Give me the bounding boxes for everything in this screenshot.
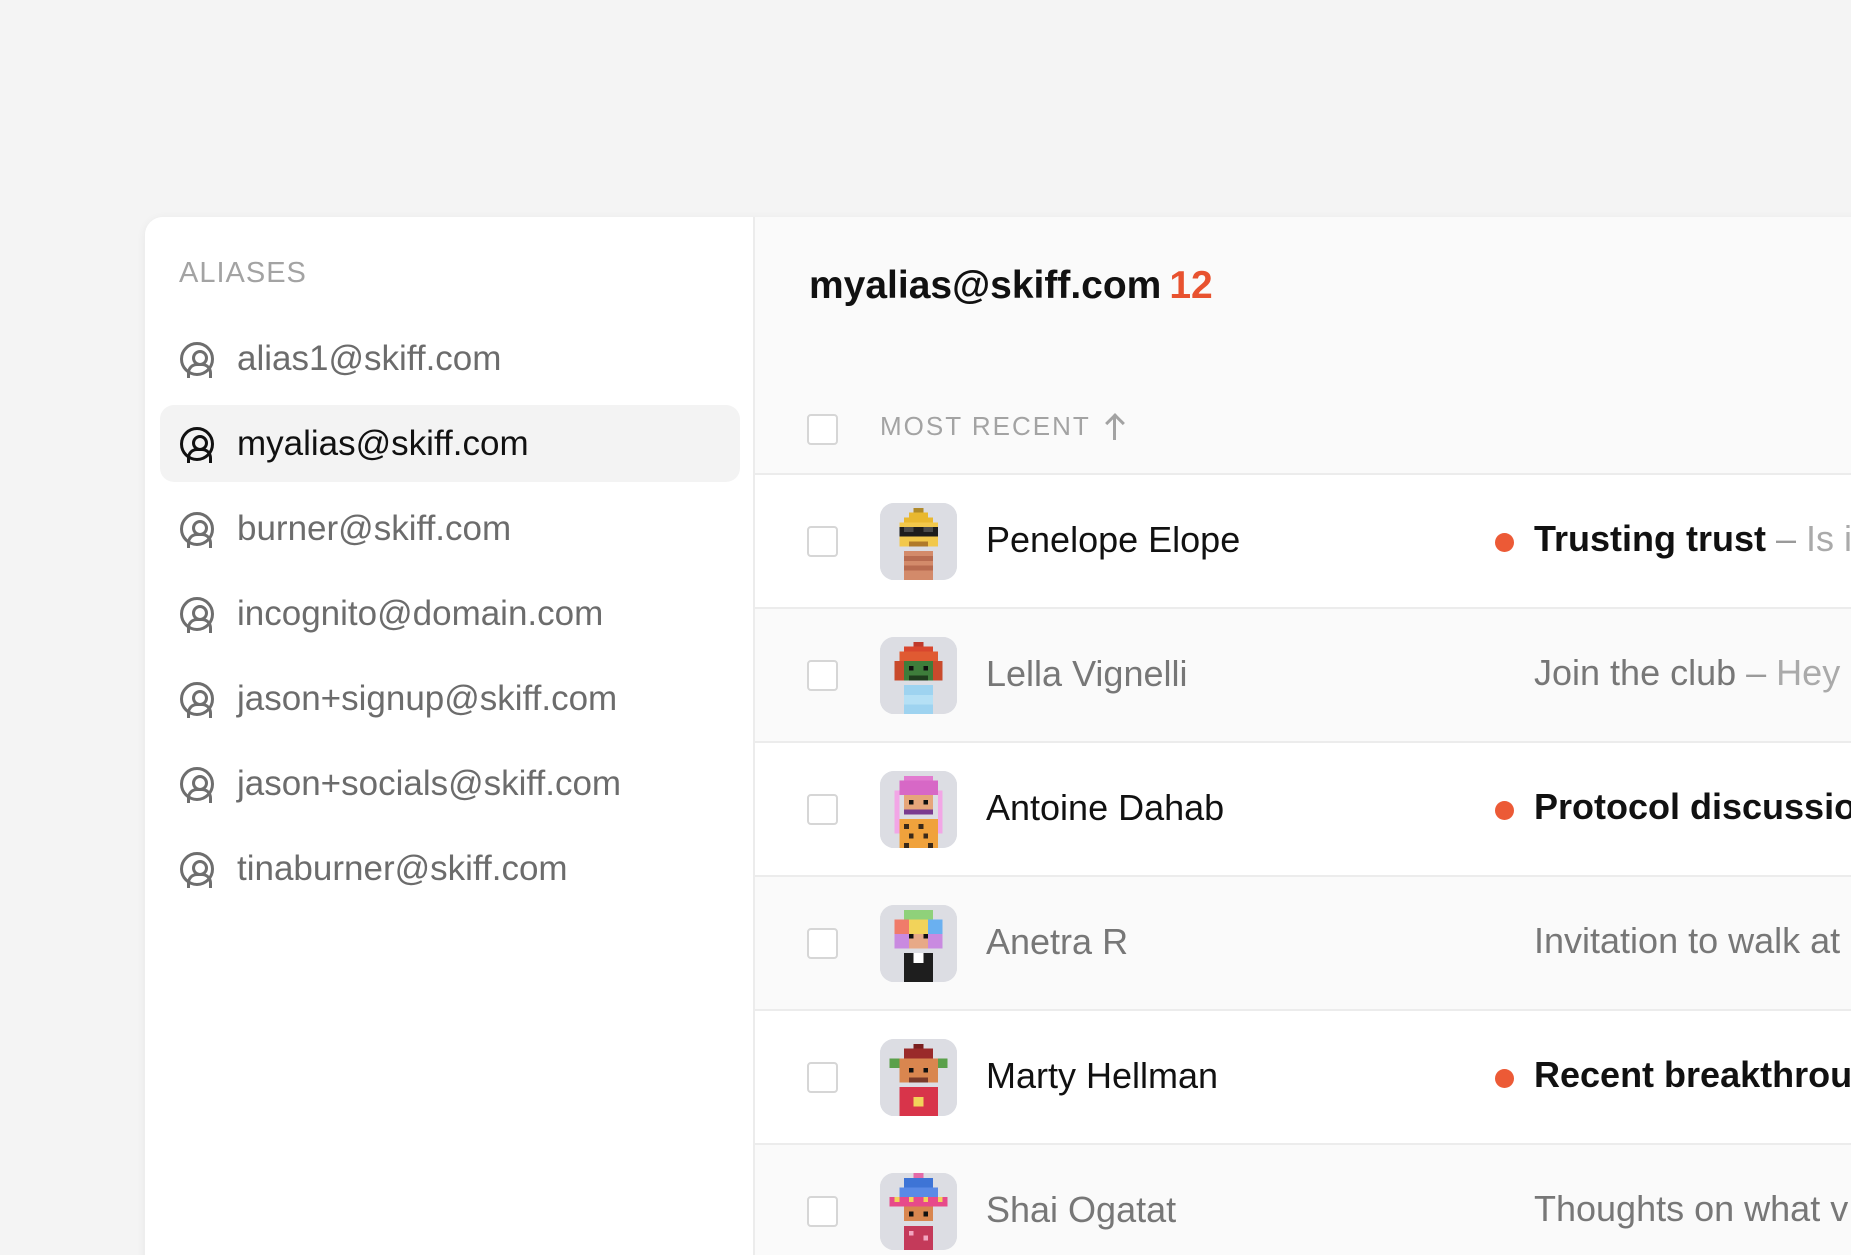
message-row[interactable]: Shai Ogatat Thoughts on what v [755,1145,1851,1255]
alias-item-tinaburner[interactable]: tinaburner@skiff.com [160,830,740,907]
mailbox-title-text: myalias@skiff.com [809,264,1162,307]
alias-label: tinaburner@skiff.com [237,848,568,888]
message-list: Penelope Elope Trusting trust – Is i Lel… [755,475,1851,1255]
subject-line: Recent breakthrou [1534,1054,1851,1096]
inbox-panel: myalias@skiff.com 12 MOST RECENT Penelop… [755,217,1851,1255]
alias-label: jason+signup@skiff.com [237,678,618,718]
alias-label: myalias@skiff.com [237,423,529,463]
sender-avatar [880,1173,957,1250]
app-stage: ALIASES alias1@skiff.com myalias@skiff.c… [0,0,1851,1255]
alias-item-burner[interactable]: burner@skiff.com [160,490,740,567]
row-checkbox[interactable] [807,1062,838,1093]
unread-indicator [1495,533,1514,552]
aliases-heading: ALIASES [179,257,307,289]
subject: Recent breakthrou [1534,1054,1851,1095]
subject-line: Join the club – Hey [1534,652,1840,694]
alias-item-jason-socials[interactable]: jason+socials@skiff.com [160,745,740,822]
sender-avatar [880,503,957,580]
sender-name: Anetra R [986,921,1129,962]
row-checkbox[interactable] [807,794,838,825]
subject: Protocol discussio [1534,786,1851,827]
user-circle-icon [180,596,214,633]
user-circle-icon [180,766,214,803]
subject: Thoughts on what v [1534,1188,1849,1229]
sort-bar: MOST RECENT [755,359,1851,475]
alias-list: alias1@skiff.com myalias@skiff.com burne… [160,320,740,915]
alias-label: alias1@skiff.com [237,338,502,378]
subject: Join the club [1534,652,1737,693]
sender-avatar [880,1039,957,1116]
message-row[interactable]: Lella Vignelli Join the club – Hey [755,609,1851,743]
sender-name: Shai Ogatat [986,1189,1177,1230]
sender-name: Lella Vignelli [986,653,1188,694]
user-circle-icon [180,341,214,378]
preview-text: Hey [1776,652,1841,693]
mailbox-title: myalias@skiff.com 12 [809,264,1213,308]
subject-separator: – [1746,652,1767,693]
sender-avatar [880,771,957,848]
mail-window: ALIASES alias1@skiff.com myalias@skiff.c… [145,217,1851,1255]
sender-avatar [880,637,957,714]
preview-text: Is i [1806,518,1851,559]
row-checkbox[interactable] [807,928,838,959]
row-checkbox[interactable] [807,1196,838,1227]
alias-item-alias1[interactable]: alias1@skiff.com [160,320,740,397]
sender-avatar [880,905,957,982]
alias-item-myalias[interactable]: myalias@skiff.com [160,405,740,482]
subject-line: Thoughts on what v [1534,1188,1848,1230]
user-circle-icon [180,851,214,888]
user-circle-icon [180,681,214,718]
alias-item-incognito[interactable]: incognito@domain.com [160,575,740,652]
alias-label: incognito@domain.com [237,593,604,633]
select-all-checkbox[interactable] [807,414,838,445]
unread-count: 12 [1169,264,1213,307]
user-circle-icon [180,426,214,463]
sort-toggle[interactable]: MOST RECENT [880,411,1125,442]
subject: Invitation to walk at [1534,920,1841,961]
sort-label: MOST RECENT [880,411,1091,441]
sender-name: Antoine Dahab [986,787,1225,828]
message-row[interactable]: Anetra R Invitation to walk at [755,877,1851,1011]
unread-indicator [1495,1069,1514,1088]
user-circle-icon [180,511,214,548]
subject: Trusting trust [1534,518,1766,559]
sender-name: Marty Hellman [986,1055,1219,1096]
alias-label: burner@skiff.com [237,508,512,548]
subject-line: Trusting trust – Is i [1534,518,1851,560]
arrow-up-icon [1105,413,1125,441]
alias-label: jason+socials@skiff.com [237,763,622,803]
message-row[interactable]: Marty Hellman Recent breakthrou [755,1011,1851,1145]
alias-item-jason-signup[interactable]: jason+signup@skiff.com [160,660,740,737]
subject-line: Protocol discussio [1534,786,1851,828]
unread-indicator [1495,801,1514,820]
subject-separator: – [1776,518,1797,559]
message-row[interactable]: Antoine Dahab Protocol discussio [755,743,1851,877]
subject-line: Invitation to walk at [1534,920,1840,962]
message-row[interactable]: Penelope Elope Trusting trust – Is i [755,475,1851,609]
aliases-sidebar: ALIASES alias1@skiff.com myalias@skiff.c… [145,217,755,1255]
sender-name: Penelope Elope [986,519,1241,560]
row-checkbox[interactable] [807,660,838,691]
row-checkbox[interactable] [807,526,838,557]
